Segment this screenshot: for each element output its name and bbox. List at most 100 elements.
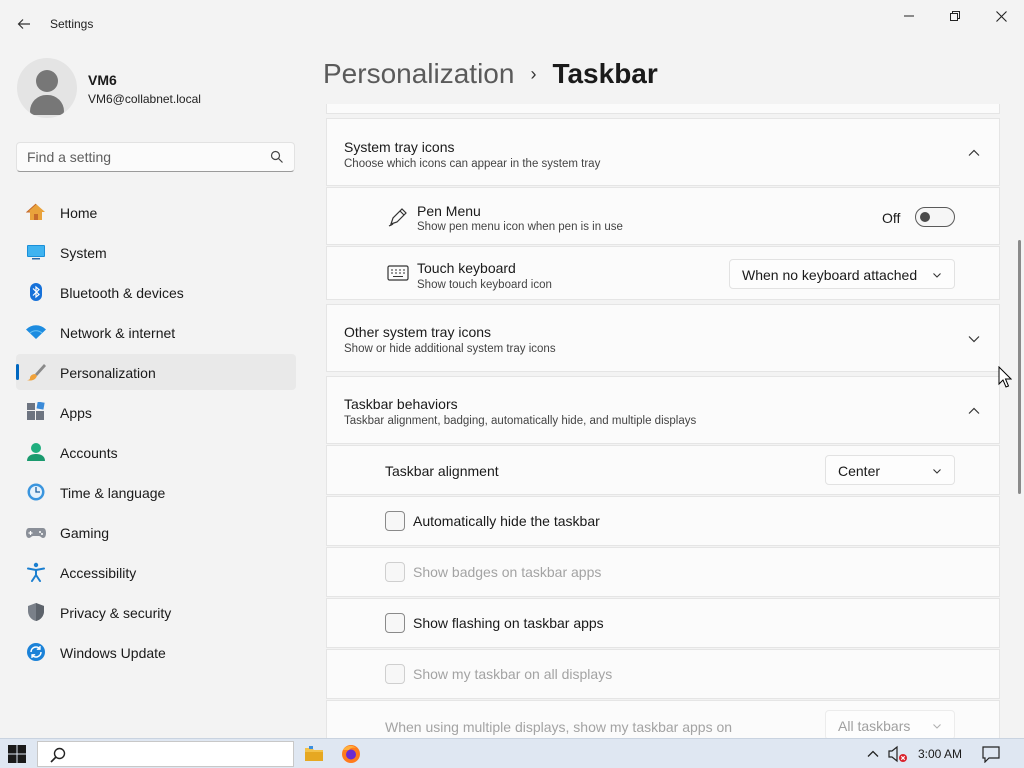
avatar-body (30, 95, 64, 115)
firefox-icon[interactable] (340, 743, 362, 765)
sidebar-item-label: Home (60, 205, 98, 221)
sidebar-item-gaming[interactable]: Gaming (16, 514, 296, 550)
chevron-up-icon[interactable] (866, 745, 880, 763)
pen-menu-state-label: Off (882, 210, 901, 226)
file-explorer-icon[interactable] (303, 743, 325, 765)
restore-button[interactable] (932, 4, 978, 28)
search-icon[interactable] (270, 150, 284, 164)
sidebar-item-personalization[interactable]: Personalization (16, 354, 296, 390)
sidebar-item-home[interactable]: Home (16, 194, 296, 230)
all-displays-checkbox[interactable] (385, 664, 405, 684)
chevron-down-icon (933, 724, 941, 729)
touch-keyboard-dropdown[interactable]: When no keyboard attached (729, 259, 955, 289)
personalization-icon (27, 364, 46, 381)
breadcrumb-parent[interactable]: Personalization (323, 58, 514, 90)
accessibility-icon (27, 562, 45, 582)
card-title: System tray icons (344, 139, 455, 155)
chevron-down-icon[interactable] (967, 332, 981, 346)
sidebar-item-privacy[interactable]: Privacy & security (16, 594, 296, 630)
all-displays-row: Show my taskbar on all displays (326, 649, 1000, 699)
close-button[interactable] (978, 4, 1024, 28)
sidebar-item-system[interactable]: System (16, 234, 296, 270)
system-icon (27, 245, 45, 260)
pen-menu-subtitle: Show pen menu icon when pen is in use (417, 221, 623, 233)
search-box[interactable] (16, 142, 295, 172)
multi-display-dropdown[interactable]: All taskbars (825, 710, 955, 740)
sidebar-nav: Home System Bluetooth & devices Network … (16, 194, 296, 674)
home-icon (26, 203, 45, 220)
card-title: Other system tray icons (344, 324, 492, 340)
chevron-down-icon (933, 273, 941, 278)
sidebar-item-apps[interactable]: Apps (16, 394, 296, 430)
title-bar: Settings (0, 0, 1024, 48)
dropdown-value: Center (838, 463, 881, 479)
auto-hide-row: Automatically hide the taskbar (326, 496, 1000, 546)
chevron-up-icon[interactable] (967, 146, 981, 160)
breadcrumb: Personalization › Taskbar (323, 58, 658, 90)
sidebar-item-label: Windows Update (60, 645, 166, 661)
scrollbar-thumb[interactable] (1018, 240, 1021, 494)
sidebar-item-bluetooth[interactable]: Bluetooth & devices (16, 274, 296, 310)
windows-start-icon[interactable] (8, 745, 26, 763)
taskbar-alignment-dropdown[interactable]: Center (825, 455, 955, 485)
sidebar-item-time-language[interactable]: Time & language (16, 474, 296, 510)
search-input[interactable] (27, 149, 267, 165)
all-displays-label[interactable]: Show my taskbar on all displays (413, 666, 612, 682)
back-button[interactable] (10, 10, 38, 38)
pen-menu-row: Pen Menu Show pen menu icon when pen is … (326, 187, 1000, 245)
card-subtitle: Choose which icons can appear in the sys… (344, 158, 601, 170)
touch-keyboard-row: Touch keyboard Show touch keyboard icon … (326, 246, 1000, 300)
avatar[interactable] (17, 58, 77, 118)
sidebar-item-accounts[interactable]: Accounts (16, 434, 296, 470)
mouse-cursor-icon (998, 366, 1012, 388)
keyboard-icon (387, 265, 409, 281)
previous-card (326, 104, 1000, 114)
chevron-up-icon[interactable] (967, 404, 981, 418)
badges-row: Show badges on taskbar apps (326, 547, 1000, 597)
flashing-checkbox[interactable] (385, 613, 405, 633)
app-title: Settings (50, 17, 94, 31)
taskbar: 3:00 AM (0, 738, 1024, 768)
sidebar-item-label: Accessibility (60, 565, 137, 581)
minimize-icon (904, 15, 914, 17)
close-icon (995, 10, 1007, 22)
pen-icon (388, 208, 407, 227)
avatar-head (36, 70, 58, 92)
auto-hide-checkbox[interactable] (385, 511, 405, 531)
pen-menu-toggle[interactable] (915, 207, 955, 227)
flashing-row: Show flashing on taskbar apps (326, 598, 1000, 648)
sidebar-item-label: Privacy & security (60, 605, 172, 621)
page-title: Taskbar (552, 58, 658, 89)
minimize-button[interactable] (886, 4, 932, 28)
gaming-icon (26, 528, 46, 538)
other-tray-card[interactable]: Other system tray icons Show or hide add… (326, 304, 1000, 372)
badges-checkbox[interactable] (385, 562, 405, 582)
system-tray-card[interactable]: System tray icons Choose which icons can… (326, 118, 1000, 186)
pen-menu-title: Pen Menu (417, 203, 481, 219)
search-icon (50, 747, 66, 763)
sidebar-item-label: Time & language (60, 485, 166, 501)
sidebar-item-windows-update[interactable]: Windows Update (16, 634, 296, 670)
back-arrow-icon (17, 19, 30, 29)
windows-update-icon (27, 643, 45, 661)
chevron-down-icon (933, 469, 941, 474)
clock[interactable]: 3:00 AM (918, 747, 962, 761)
taskbar-behaviors-card[interactable]: Taskbar behaviors Taskbar alignment, bad… (326, 376, 1000, 444)
auto-hide-label[interactable]: Automatically hide the taskbar (413, 513, 600, 529)
multi-display-label: When using multiple displays, show my ta… (385, 719, 733, 735)
dropdown-value: When no keyboard attached (742, 267, 918, 283)
multi-display-row: When using multiple displays, show my ta… (326, 700, 1000, 740)
volume-muted-icon[interactable] (888, 745, 908, 763)
toggle-knob (920, 212, 930, 222)
notification-icon[interactable] (982, 745, 1000, 763)
flashing-label[interactable]: Show flashing on taskbar apps (413, 615, 604, 631)
user-name: VM6 (88, 72, 117, 88)
sidebar-item-accessibility[interactable]: Accessibility (16, 554, 296, 590)
taskbar-alignment-label: Taskbar alignment (385, 463, 499, 479)
sidebar-item-network[interactable]: Network & internet (16, 314, 296, 350)
privacy-icon (28, 603, 44, 621)
sidebar-item-label: Bluetooth & devices (60, 285, 184, 301)
restore-icon (950, 11, 960, 21)
badges-label[interactable]: Show badges on taskbar apps (413, 564, 601, 580)
taskbar-search-box[interactable] (37, 741, 294, 767)
